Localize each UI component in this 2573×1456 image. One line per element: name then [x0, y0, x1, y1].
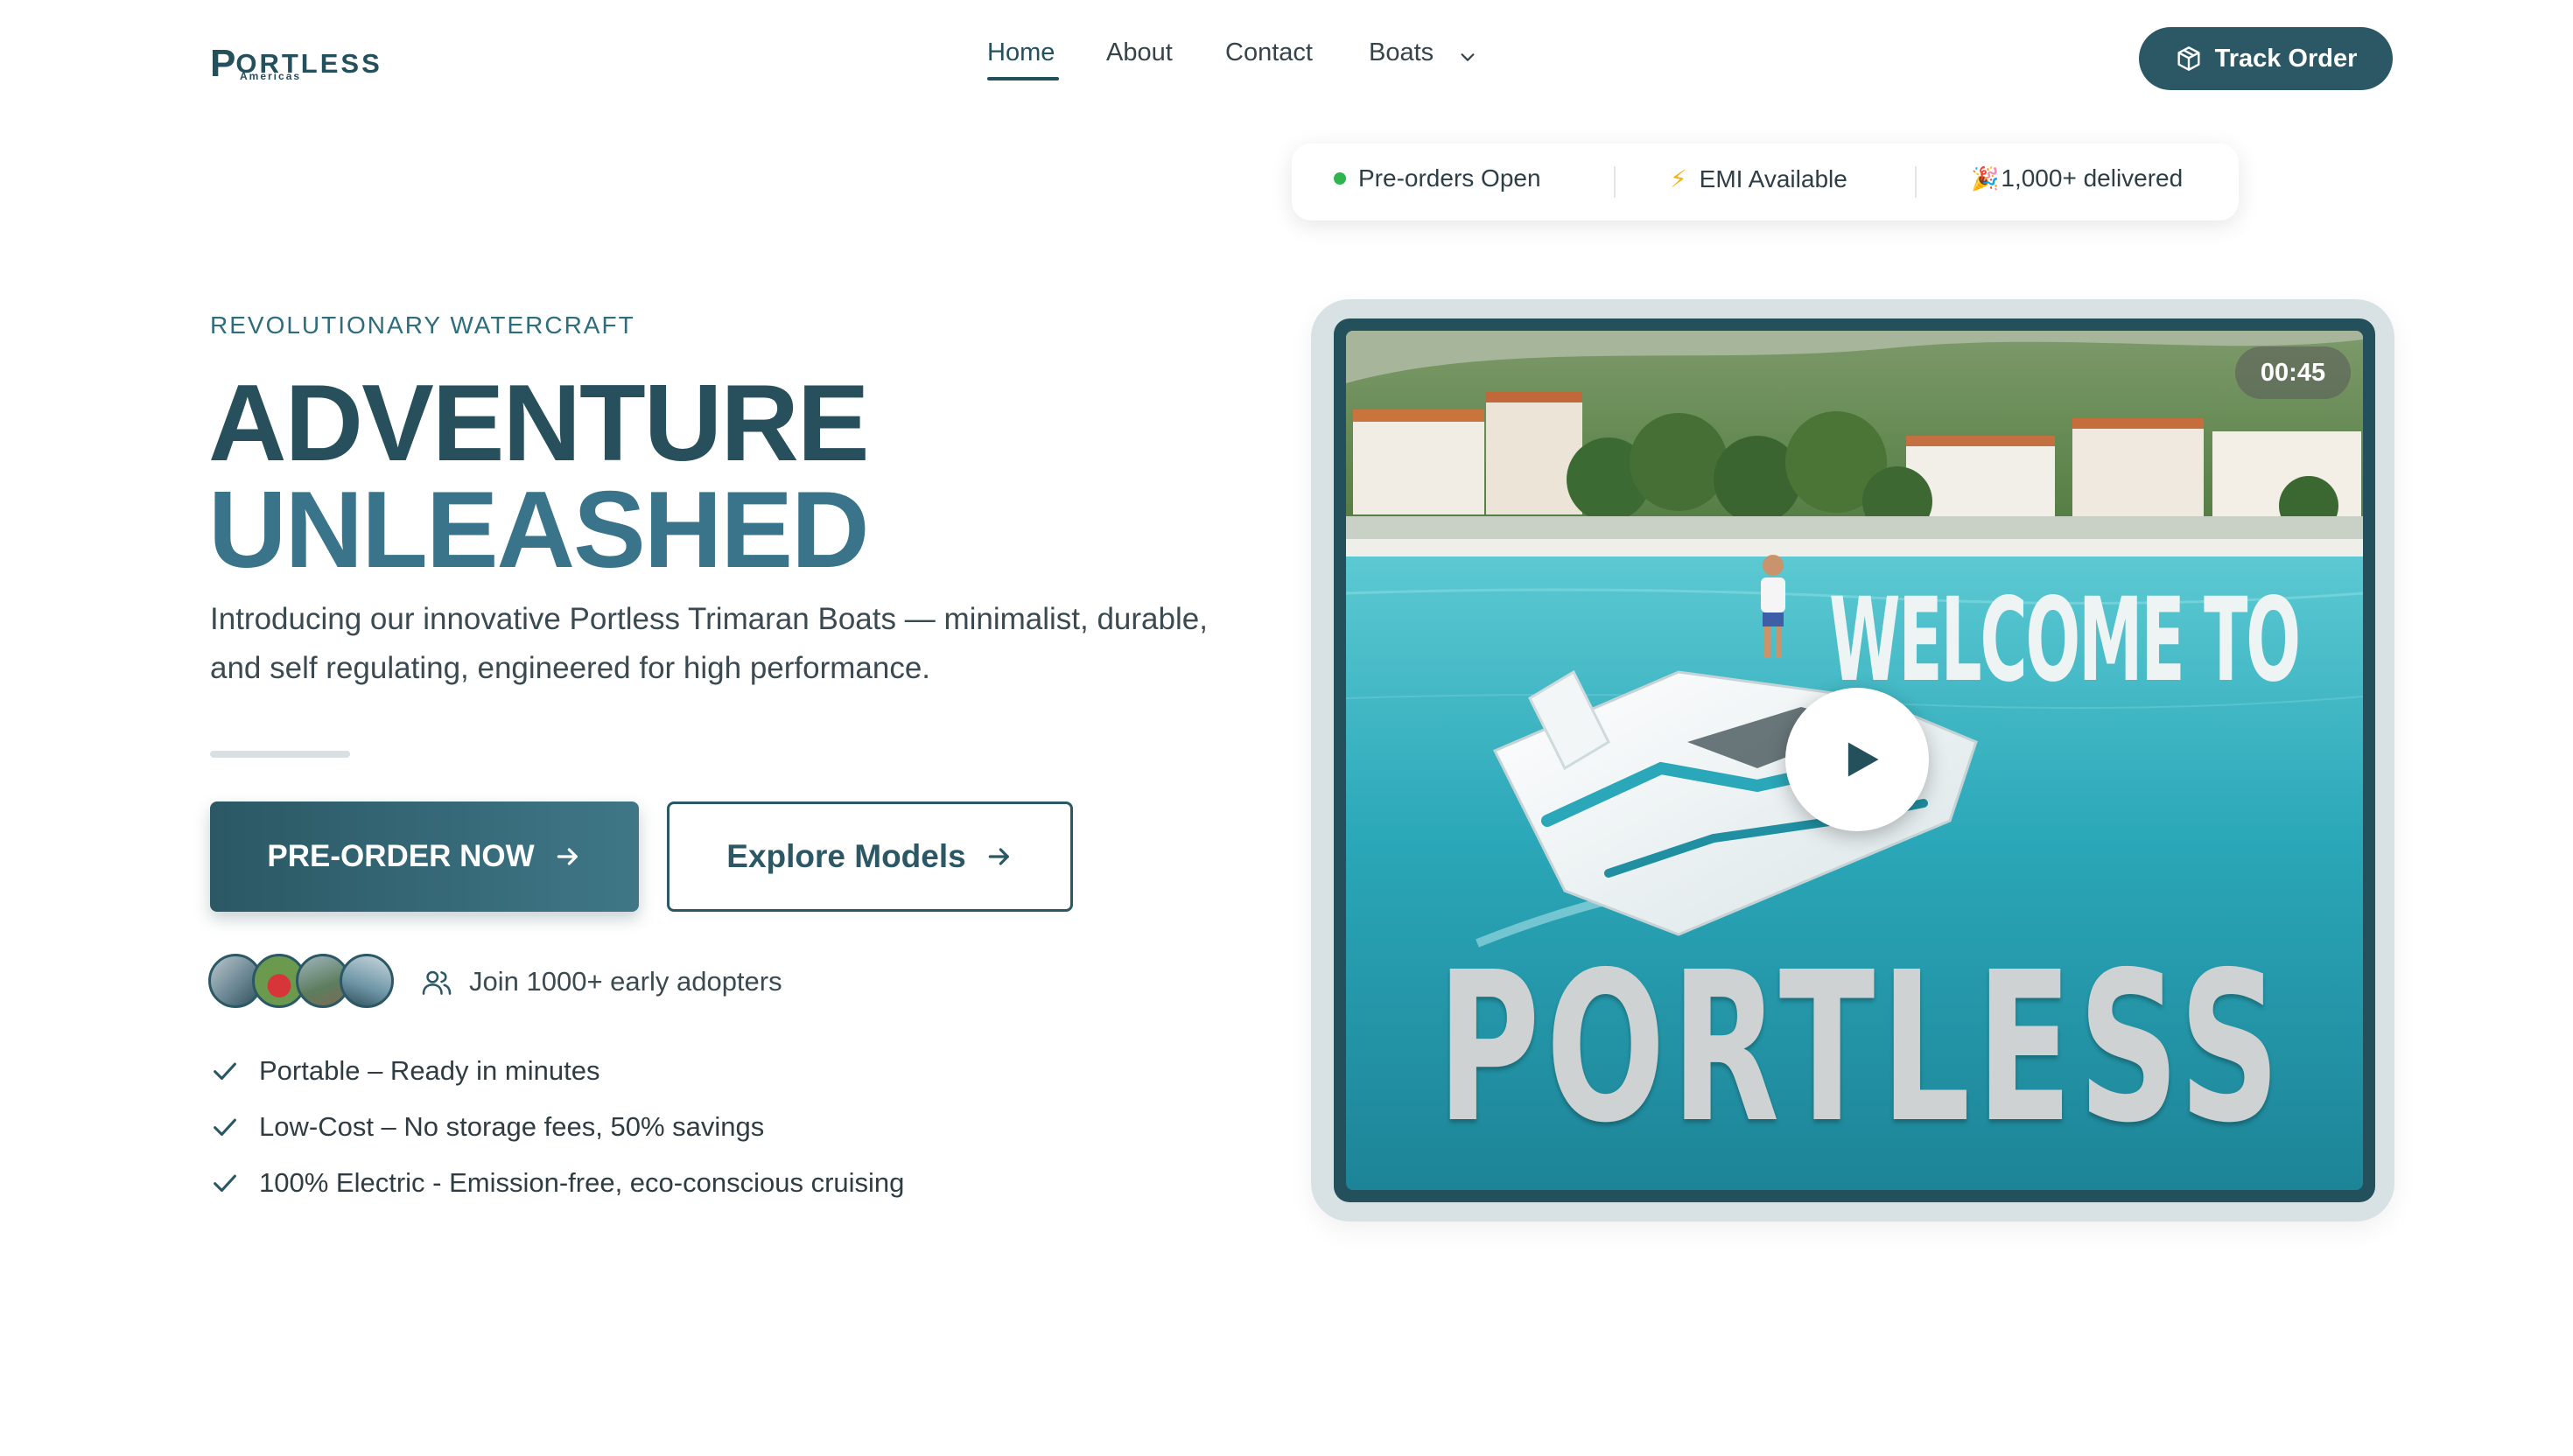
hero-description: Introducing our innovative Portless Trim…	[210, 602, 1208, 685]
check-icon	[214, 1174, 236, 1193]
status-bar: Pre-orders Open ⚡ EMI Available 🎉 1,000+…	[1292, 144, 2239, 220]
divider	[1614, 166, 1616, 198]
check-icon	[214, 1062, 236, 1081]
status-delivered-label: 1,000+ delivered	[2001, 164, 2184, 192]
feature-label: Low-Cost – No storage fees, 50% savings	[259, 1111, 765, 1142]
feature-item: 100% Electric - Emission-free, eco-consc…	[210, 1167, 904, 1199]
avatar	[340, 954, 394, 1008]
divider	[210, 751, 350, 758]
status-preorders-label: Pre-orders Open	[1358, 164, 1541, 192]
status-emi: ⚡ EMI Available	[1670, 164, 1847, 193]
pre-order-label: PRE-ORDER NOW	[267, 839, 535, 873]
play-button[interactable]	[1785, 688, 1929, 831]
brand-logo[interactable]: PORTLESS Americas	[210, 26, 380, 88]
status-delivered: 🎉 1,000+ delivered	[1971, 164, 2183, 192]
feature-label: 100% Electric - Emission-free, eco-consc…	[259, 1167, 905, 1198]
check-icon	[214, 1118, 236, 1137]
track-order-label: Track Order	[2214, 44, 2358, 73]
arrow-right-icon	[557, 848, 578, 865]
package-icon	[2177, 46, 2200, 71]
arrow-right-icon	[988, 848, 1009, 865]
nav-home[interactable]: Home	[987, 38, 1055, 67]
hero-eyebrow: REVOLUTIONARY WATERCRAFT	[210, 312, 635, 339]
video-overlay-portless: PORTLESS	[1437, 928, 2287, 1168]
party-popper-icon: 🎉	[1971, 164, 2000, 192]
track-order-button[interactable]: Track Order	[2139, 27, 2393, 90]
nav-about[interactable]: About	[1106, 38, 1173, 67]
explore-models-button[interactable]: Explore Models	[667, 802, 1073, 912]
pre-order-button[interactable]: PRE-ORDER NOW	[210, 802, 639, 912]
brand-subtitle: Americas	[240, 70, 302, 82]
avatar-group	[208, 954, 394, 1010]
hero-headline-line2: UNLEASHED	[208, 470, 870, 591]
adopters-text: Join 1000+ early adopters	[469, 966, 782, 997]
play-icon	[1847, 742, 1879, 777]
status-preorders: Pre-orders Open	[1334, 164, 1541, 192]
video-duration-badge: 00:45	[2235, 346, 2351, 399]
feature-label: Portable – Ready in minutes	[259, 1055, 600, 1086]
divider	[1915, 166, 1917, 198]
feature-item: Portable – Ready in minutes	[210, 1055, 599, 1087]
nav-boats[interactable]: Boats	[1369, 38, 1434, 67]
lightning-icon: ⚡	[1670, 165, 1687, 192]
hero-headline-line1: ADVENTURE	[208, 363, 870, 484]
users-icon	[422, 970, 452, 995]
nav-active-indicator	[987, 77, 1059, 80]
status-emi-label: EMI Available	[1699, 164, 1847, 192]
feature-item: Low-Cost – No storage fees, 50% savings	[210, 1111, 764, 1143]
video-overlay-welcome: WELCOME TO	[1829, 573, 2301, 708]
green-dot-icon	[1334, 172, 1346, 185]
nav-contact[interactable]: Contact	[1225, 38, 1313, 67]
explore-models-label: Explore Models	[726, 838, 966, 874]
chevron-down-icon[interactable]	[1458, 47, 1477, 66]
